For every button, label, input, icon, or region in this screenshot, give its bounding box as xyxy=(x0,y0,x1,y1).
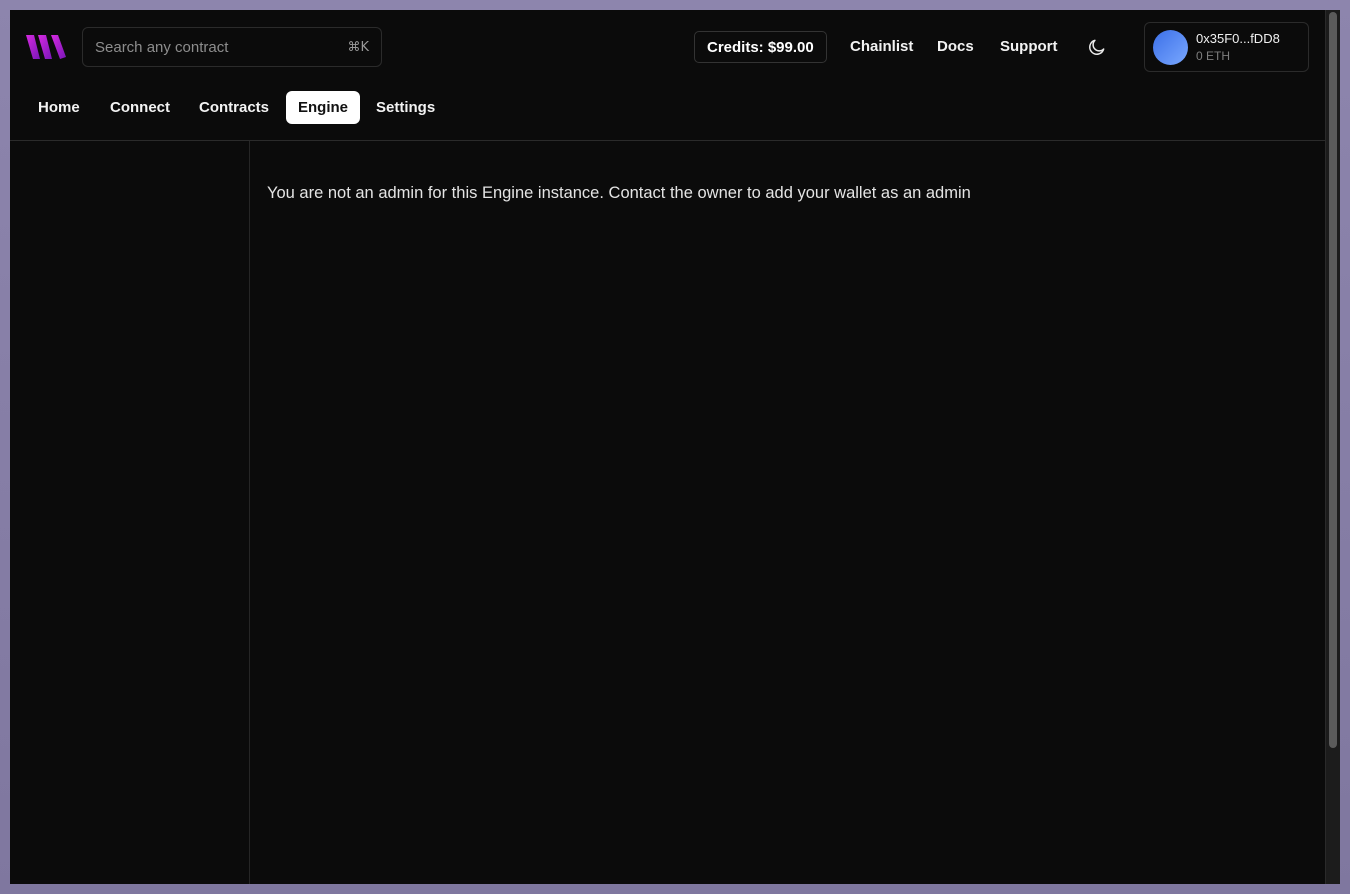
chainlist-link[interactable]: Chainlist xyxy=(850,38,913,55)
search-shortcut-hint: ⌘K xyxy=(347,39,369,55)
admin-notice-message: You are not an admin for this Engine ins… xyxy=(267,184,971,202)
support-link[interactable]: Support xyxy=(1000,38,1058,55)
docs-link[interactable]: Docs xyxy=(937,38,974,55)
thirdweb-logo-icon[interactable] xyxy=(26,33,66,61)
sidebar xyxy=(10,141,250,884)
app-window: ⌘K Credits: $99.00 Chainlist Docs Suppor… xyxy=(10,10,1340,884)
tab-engine[interactable]: Engine xyxy=(286,91,361,124)
wallet-address: 0x35F0...fDD8 xyxy=(1196,31,1280,46)
search-bar[interactable]: ⌘K xyxy=(82,27,382,67)
scrollbar-thumb[interactable] xyxy=(1329,12,1337,748)
vertical-scrollbar[interactable] xyxy=(1325,10,1340,884)
tab-settings[interactable]: Settings xyxy=(364,91,447,124)
browser-frame: ⌘K Credits: $99.00 Chainlist Docs Suppor… xyxy=(0,0,1350,894)
tab-connect[interactable]: Connect xyxy=(98,91,182,124)
tab-home[interactable]: Home xyxy=(26,91,92,124)
moon-icon[interactable] xyxy=(1087,37,1107,57)
page: ⌘K Credits: $99.00 Chainlist Docs Suppor… xyxy=(10,10,1325,884)
wallet-balance: 0 ETH xyxy=(1196,49,1231,63)
main-nav: Home Connect Contracts Engine Settings xyxy=(10,91,1325,125)
wallet-avatar xyxy=(1153,30,1188,65)
wallet-button[interactable]: 0x35F0...fDD8 0 ETH xyxy=(1144,22,1309,72)
search-input[interactable] xyxy=(95,38,348,56)
credits-button[interactable]: Credits: $99.00 xyxy=(694,31,827,63)
tab-contracts[interactable]: Contracts xyxy=(187,91,281,124)
top-header: ⌘K Credits: $99.00 Chainlist Docs Suppor… xyxy=(10,10,1325,85)
